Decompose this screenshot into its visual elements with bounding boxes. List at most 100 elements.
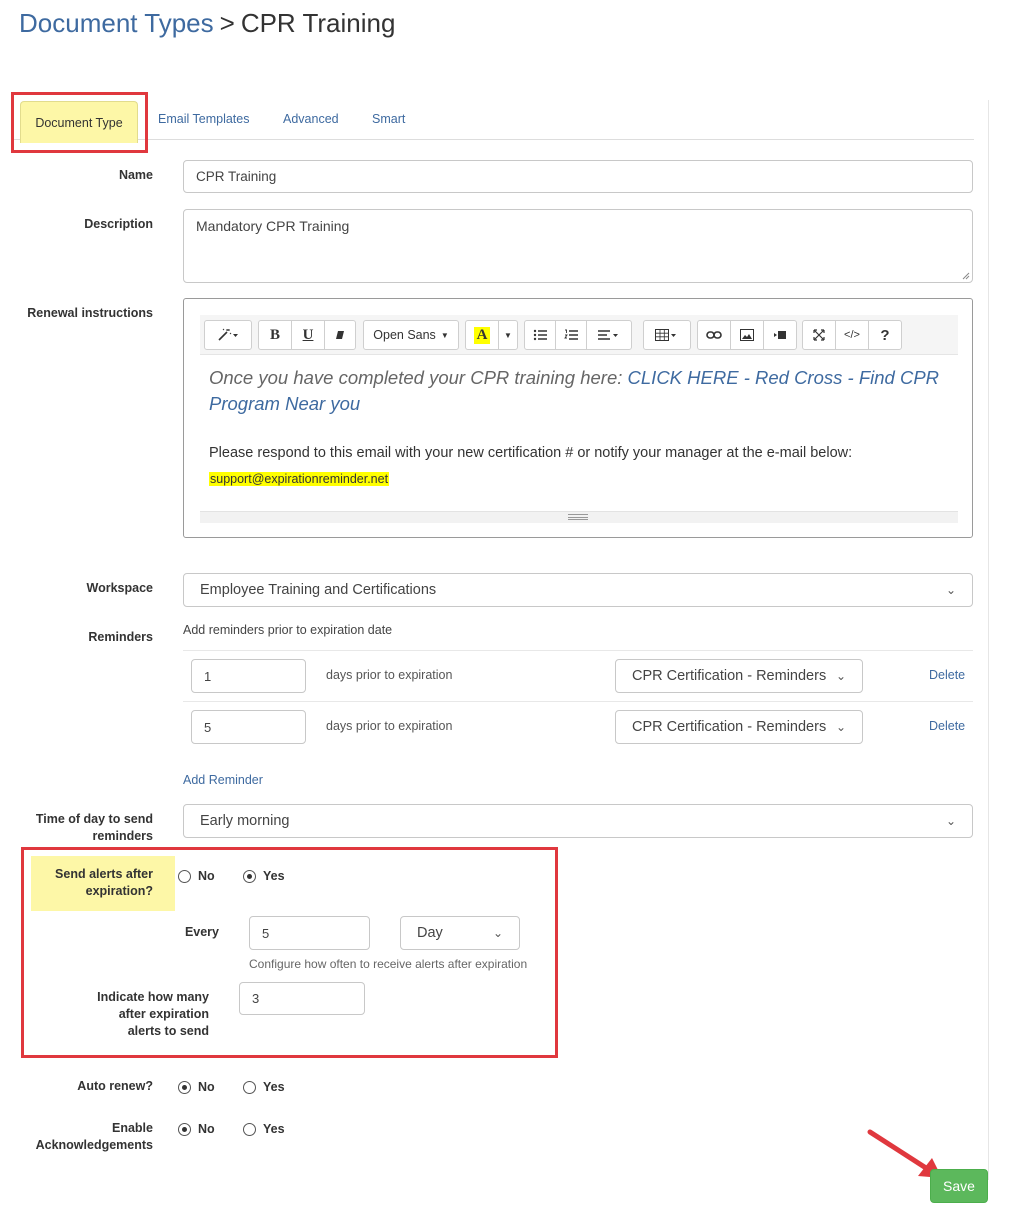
- reminder-2-delete-link[interactable]: Delete: [929, 719, 965, 733]
- alert-count-input[interactable]: 3: [239, 982, 365, 1015]
- radio-checked-icon: [243, 869, 256, 883]
- auto-renew-yes-label: Yes: [263, 1080, 285, 1094]
- reminder-1-days-input[interactable]: 1: [191, 659, 306, 693]
- breadcrumb: Document Types > CPR Training: [19, 8, 395, 39]
- resize-handle-icon[interactable]: [962, 272, 970, 280]
- every-input[interactable]: 5: [249, 916, 370, 950]
- every-unit-select[interactable]: Day ⌄: [400, 916, 520, 950]
- name-input[interactable]: CPR Training: [183, 160, 973, 193]
- link-icon[interactable]: [697, 320, 731, 350]
- workspace-select[interactable]: Employee Training and Certifications ⌄: [183, 573, 973, 607]
- editor-highlighted-email: support@expirationreminder.net: [209, 472, 390, 486]
- reminder-1-template-value: CPR Certification - Reminders: [632, 668, 827, 684]
- time-of-day-value: Early morning: [200, 813, 290, 829]
- every-hint: Configure how often to receive alerts af…: [249, 957, 528, 971]
- editor-toolbar: B U Open Sans ▼ A ▼ </> ?: [200, 315, 958, 355]
- tab-email-templates[interactable]: Email Templates: [158, 112, 249, 126]
- underline-icon[interactable]: U: [291, 320, 325, 350]
- send-alerts-label-line2: expiration?: [85, 884, 153, 898]
- chevron-down-icon: ⌄: [835, 720, 846, 734]
- image-icon[interactable]: [730, 320, 764, 350]
- code-view-icon[interactable]: </>: [835, 320, 869, 350]
- alert-count-label-line2: after expiration: [118, 1007, 209, 1021]
- table-icon[interactable]: [643, 320, 691, 350]
- alert-count-label-line1: Indicate how many: [97, 990, 209, 1004]
- description-value: Mandatory CPR Training: [196, 218, 350, 234]
- reminder-2-template-value: CPR Certification - Reminders: [632, 719, 827, 735]
- tabs-underline: [14, 139, 974, 140]
- workspace-value: Employee Training and Certifications: [200, 582, 437, 598]
- font-color-caret-icon[interactable]: ▼: [498, 320, 518, 350]
- magic-wand-icon[interactable]: [204, 320, 252, 350]
- page-title: CPR Training: [240, 8, 396, 38]
- alert-count-label: Indicate how many after expiration alert…: [60, 989, 209, 1040]
- font-family-value: Open Sans: [373, 328, 436, 342]
- editor-statusbar: [200, 511, 958, 523]
- breadcrumb-separator: >: [219, 8, 235, 38]
- chevron-down-icon: ⌄: [492, 926, 503, 940]
- renewal-instructions-label: Renewal instructions: [27, 306, 153, 320]
- radio-unchecked-icon: [243, 1122, 256, 1136]
- send-alerts-label: Send alerts after expiration?: [31, 856, 175, 911]
- reminder-1-delete-link[interactable]: Delete: [929, 668, 965, 682]
- auto-renew-no-radio[interactable]: No: [178, 1080, 215, 1094]
- send-alerts-yes-label: Yes: [263, 869, 285, 883]
- video-icon[interactable]: [763, 320, 797, 350]
- reminder-2-days-value: 5: [204, 719, 212, 735]
- help-icon[interactable]: ?: [868, 320, 902, 350]
- font-family-dropdown[interactable]: Open Sans ▼: [363, 320, 459, 350]
- alert-count-value: 3: [252, 991, 260, 1006]
- editor-italic-line: Once you have completed your CPR trainin…: [209, 365, 959, 417]
- alert-count-label-line3: alerts to send: [127, 1024, 209, 1038]
- annotation-tab-highlight-box: [11, 92, 148, 153]
- add-reminder-link[interactable]: Add Reminder: [183, 773, 263, 787]
- acknowledgements-yes-radio[interactable]: Yes: [243, 1122, 285, 1136]
- reminders-divider: [183, 650, 973, 651]
- reminders-intro: Add reminders prior to expiration date: [183, 623, 393, 637]
- send-alerts-label-line1: Send alerts after: [55, 867, 153, 881]
- acknowledgements-label-line1: Enable: [112, 1121, 153, 1135]
- description-textarea[interactable]: Mandatory CPR Training: [183, 209, 973, 283]
- reminder-1-template-select[interactable]: CPR Certification - Reminders ⌄: [615, 659, 863, 693]
- ordered-list-icon[interactable]: [555, 320, 587, 350]
- align-icon[interactable]: [586, 320, 632, 350]
- chevron-down-icon: ⌄: [945, 814, 956, 828]
- description-label: Description: [84, 217, 153, 231]
- tab-advanced[interactable]: Advanced: [283, 112, 339, 126]
- chevron-down-icon: ⌄: [835, 669, 846, 683]
- every-value: 5: [262, 925, 270, 941]
- editor-paragraph: Please respond to this email with your n…: [209, 445, 853, 461]
- acknowledgements-no-radio[interactable]: No: [178, 1122, 215, 1136]
- tab-smart[interactable]: Smart: [372, 112, 405, 126]
- editor-italic-prefix: Once you have completed your CPR trainin…: [209, 367, 628, 388]
- reminder-2-days-input[interactable]: 5: [191, 710, 306, 744]
- reminders-label: Reminders: [88, 630, 153, 644]
- time-of-day-label-line1: Time of day to send: [35, 812, 153, 826]
- auto-renew-yes-radio[interactable]: Yes: [243, 1080, 285, 1094]
- font-color-icon[interactable]: A: [465, 320, 499, 350]
- time-of-day-select[interactable]: Early morning ⌄: [183, 804, 973, 838]
- every-unit-value: Day: [417, 925, 443, 941]
- radio-unchecked-icon: [243, 1080, 256, 1094]
- eraser-icon[interactable]: [324, 320, 356, 350]
- send-alerts-yes-radio[interactable]: Yes: [243, 869, 285, 883]
- radio-checked-icon: [178, 1080, 191, 1094]
- auto-renew-no-label: No: [198, 1080, 215, 1094]
- acknowledgements-yes-label: Yes: [263, 1122, 285, 1136]
- reminder-2-template-select[interactable]: CPR Certification - Reminders ⌄: [615, 710, 863, 744]
- send-alerts-no-radio[interactable]: No: [178, 869, 215, 883]
- rich-text-editor: B U Open Sans ▼ A ▼ </> ? Once you have …: [183, 298, 973, 538]
- unordered-list-icon[interactable]: [524, 320, 556, 350]
- editor-resize-grip-icon[interactable]: [568, 514, 588, 520]
- breadcrumb-parent-link[interactable]: Document Types: [19, 8, 214, 38]
- every-label: Every: [184, 925, 219, 939]
- fullscreen-icon[interactable]: [802, 320, 836, 350]
- time-of-day-label: Time of day to send reminders: [10, 811, 153, 845]
- save-button[interactable]: Save: [930, 1169, 988, 1203]
- bold-icon[interactable]: B: [258, 320, 292, 350]
- time-of-day-label-line2: reminders: [92, 829, 153, 843]
- reminders-row-divider: [183, 701, 973, 702]
- auto-renew-label: Auto renew?: [77, 1079, 153, 1093]
- acknowledgements-label: Enable Acknowledgements: [10, 1120, 153, 1154]
- caret-down-icon: ▼: [440, 330, 449, 340]
